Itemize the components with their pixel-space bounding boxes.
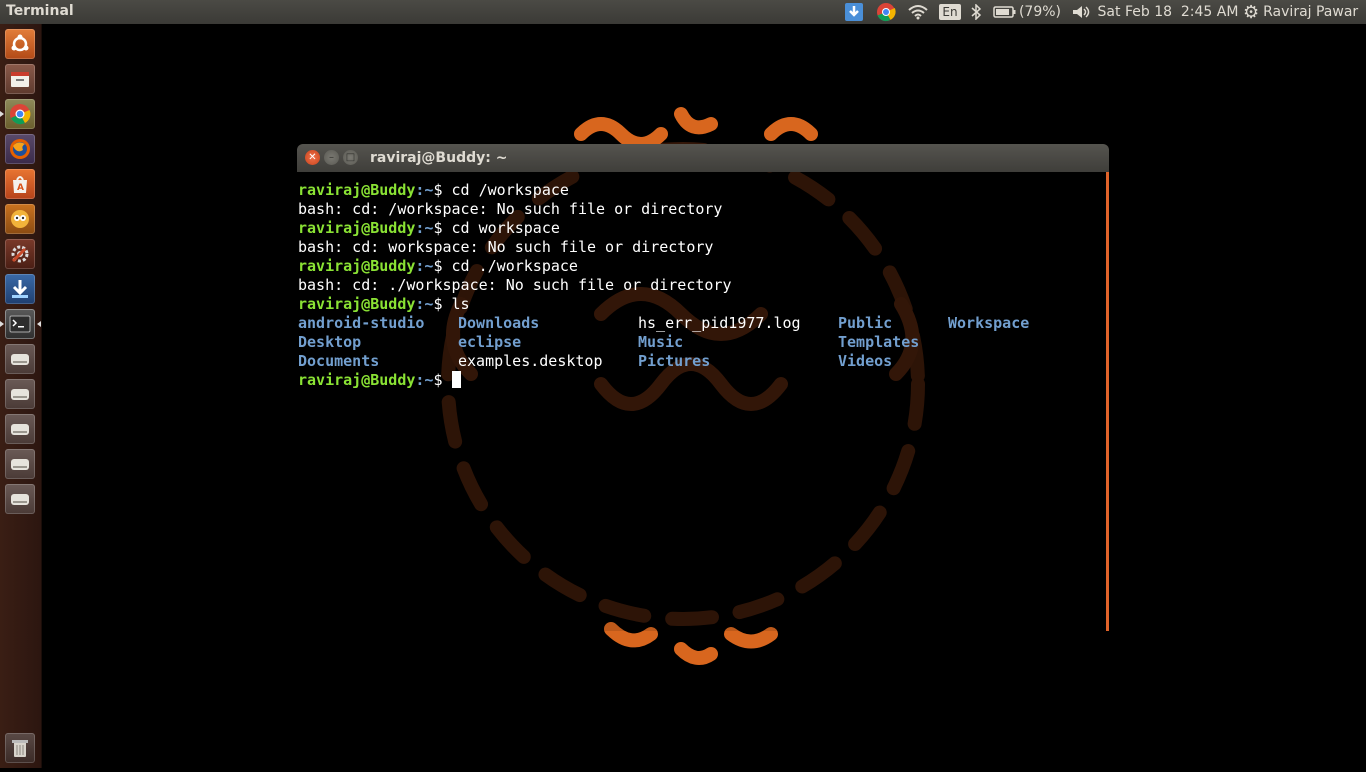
- prompt-line: raviraj@Buddy:~$ cd workspace: [298, 219, 731, 238]
- clock[interactable]: Sat Feb 18 2:45 AM: [1097, 0, 1239, 24]
- prompt-user: raviraj@Buddy: [298, 181, 416, 199]
- output-line: bash: cd: workspace: No such file or dir…: [298, 238, 714, 256]
- running-indicator: [0, 111, 4, 117]
- ls-row: android-studio Downloads hs_err_pid1977.lo…: [298, 314, 1029, 333]
- running-indicator: [0, 321, 4, 327]
- prompt-symbol: $: [433, 295, 443, 313]
- focus-indicator: [37, 321, 41, 327]
- app-icon[interactable]: [5, 204, 35, 234]
- active-app-title: Terminal: [6, 3, 74, 19]
- prompt-line: raviraj@Buddy:~$: [298, 371, 731, 390]
- prompt-user: raviraj@Buddy: [298, 371, 416, 389]
- ls-directory: Templates: [838, 333, 920, 351]
- battery-icon: [993, 6, 1016, 18]
- prompt-line: raviraj@Buddy:~$ cd /workspace: [298, 181, 731, 200]
- ls-directory: Public: [838, 314, 893, 332]
- gear-icon: ⚙: [1243, 1, 1260, 23]
- prompt-path: :~: [415, 181, 434, 199]
- minimize-button[interactable]: –: [324, 150, 339, 165]
- battery-indicator[interactable]: (79%): [992, 0, 1062, 24]
- drive-icon[interactable]: [5, 379, 35, 409]
- ls-file: hs_err_pid1977.log: [638, 314, 801, 332]
- ls-directory: Videos: [838, 352, 893, 370]
- user-name: Raviraj Pawar: [1263, 4, 1359, 20]
- drive-icon[interactable]: [5, 344, 35, 374]
- command-text: cd workspace: [442, 219, 560, 237]
- drive-icon[interactable]: [5, 449, 35, 479]
- close-button[interactable]: ✕: [305, 150, 320, 165]
- clock-text: Sat Feb 18 2:45 AM: [1097, 4, 1239, 20]
- prompt-user: raviraj@Buddy: [298, 219, 416, 237]
- svg-text:A: A: [17, 183, 24, 193]
- session-menu[interactable]: ⚙ Raviraj Pawar: [1243, 0, 1363, 24]
- drive-icon[interactable]: [5, 484, 35, 514]
- bluetooth-icon[interactable]: [967, 0, 985, 24]
- volume-icon[interactable]: [1069, 0, 1093, 24]
- ls-directory: eclipse: [458, 333, 522, 351]
- prompt-path: :~: [415, 295, 434, 313]
- drive-icon[interactable]: [5, 414, 35, 444]
- keyboard-layout-indicator[interactable]: En: [938, 0, 962, 24]
- ls-directory: Documents: [298, 352, 380, 370]
- prompt-user: raviraj@Buddy: [298, 257, 416, 275]
- terminal-body[interactable]: raviraj@Buddy:~$ cd /workspace bash: cd: …: [297, 172, 1109, 631]
- keyboard-layout-label: En: [939, 4, 961, 20]
- output-line: bash: cd: /workspace: No such file or di…: [298, 200, 723, 218]
- trash-icon[interactable]: [5, 733, 35, 763]
- file-manager-icon[interactable]: [5, 64, 35, 94]
- ls-file: examples.desktop: [458, 352, 603, 370]
- ls-directory: Desktop: [298, 333, 362, 351]
- text-cursor: [451, 371, 461, 388]
- settings-icon[interactable]: [5, 239, 35, 269]
- ls-row: Documents examples.desktop Pictures Videos: [298, 352, 892, 371]
- prompt-symbol: $: [433, 219, 443, 237]
- ls-row: Desktop eclipse Music Templates: [298, 333, 919, 352]
- prompt-path: :~: [415, 219, 434, 237]
- prompt-symbol: $: [433, 181, 443, 199]
- close-icon: ✕: [308, 152, 317, 163]
- download-indicator-icon[interactable]: [842, 0, 866, 24]
- wifi-icon[interactable]: [905, 0, 931, 24]
- top-panel: Terminal En (79%) Sat Feb 18 2:45 AM ⚙ R…: [0, 0, 1366, 24]
- terminal-output: raviraj@Buddy:~$ cd /workspace bash: cd: …: [298, 181, 1029, 390]
- prompt-line: raviraj@Buddy:~$ cd ./workspace: [298, 257, 731, 276]
- launcher: A: [0, 24, 42, 768]
- ls-directory: android-studio: [298, 314, 425, 332]
- output-line: bash: cd: ./workspace: No such file or d…: [298, 276, 732, 294]
- prompt-user: raviraj@Buddy: [298, 295, 416, 313]
- software-center-icon[interactable]: A: [5, 169, 35, 199]
- maximize-button[interactable]: □: [343, 150, 358, 165]
- prompt-symbol: $: [433, 257, 443, 275]
- command-text: cd ./workspace: [442, 257, 578, 275]
- window-titlebar[interactable]: ✕ – □ raviraj@Buddy: ~: [297, 144, 1109, 172]
- prompt-line: raviraj@Buddy:~$ ls: [298, 295, 731, 314]
- command-text: cd /workspace: [442, 181, 569, 199]
- battery-percentage: (79%): [1018, 4, 1062, 20]
- prompt-path: :~: [415, 371, 434, 389]
- minimize-icon: –: [329, 152, 334, 163]
- terminal-window: ✕ – □ raviraj@Buddy: ~ raviraj@Buddy:~$ …: [297, 144, 1109, 631]
- update-icon[interactable]: [5, 274, 35, 304]
- window-title: raviraj@Buddy: ~: [370, 150, 508, 166]
- prompt-path: :~: [415, 257, 434, 275]
- terminal-icon[interactable]: [5, 309, 35, 339]
- ls-directory: Music: [638, 333, 684, 351]
- prompt-symbol: $: [433, 371, 443, 389]
- ls-directory: Downloads: [458, 314, 540, 332]
- ubuntu-dash-icon[interactable]: [5, 29, 35, 59]
- chrome-icon[interactable]: [5, 99, 35, 129]
- ls-directory: Pictures: [638, 352, 711, 370]
- chrome-tray-icon[interactable]: [874, 0, 898, 24]
- firefox-icon[interactable]: [5, 134, 35, 164]
- command-text: ls: [442, 295, 470, 313]
- ls-directory: Workspace: [948, 314, 1030, 332]
- maximize-icon: □: [345, 152, 356, 163]
